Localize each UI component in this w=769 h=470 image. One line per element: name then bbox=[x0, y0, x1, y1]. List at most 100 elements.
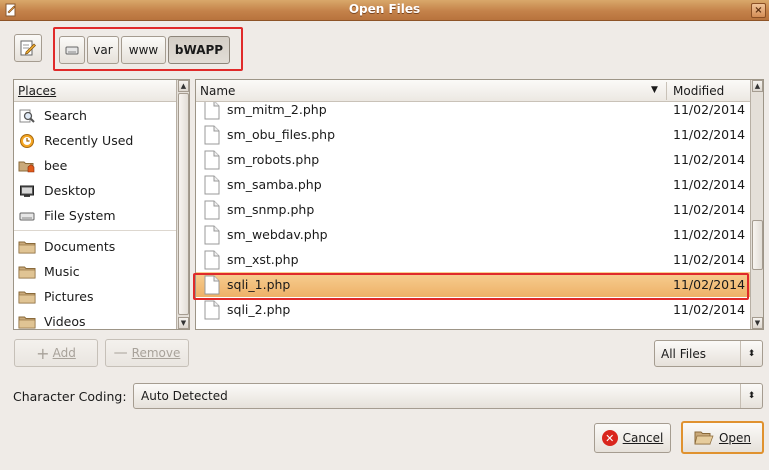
places-scrollbar[interactable]: ▲ ▼ bbox=[176, 80, 189, 329]
recent-icon bbox=[18, 133, 36, 149]
cancel-button[interactable]: ✕ Cancel bbox=[594, 423, 671, 453]
files-scrollbar[interactable]: ▲ ▼ bbox=[750, 80, 763, 329]
close-button[interactable]: × bbox=[751, 3, 766, 18]
file-row[interactable]: sm_obu_files.php 11/02/2014 bbox=[196, 122, 751, 147]
place-label: Videos bbox=[44, 314, 86, 329]
place-label: Search bbox=[44, 108, 87, 123]
place-videos[interactable]: Videos bbox=[14, 309, 176, 330]
scroll-down-icon[interactable]: ▼ bbox=[752, 317, 763, 329]
file-icon bbox=[204, 300, 220, 320]
cancel-icon: ✕ bbox=[601, 430, 618, 446]
file-icon bbox=[204, 225, 220, 245]
place-label: File System bbox=[44, 208, 116, 223]
place-label: Music bbox=[44, 264, 80, 279]
place-home[interactable]: bee bbox=[14, 153, 176, 178]
window-title: Open Files bbox=[348, 2, 421, 16]
place-label: Documents bbox=[44, 239, 116, 254]
places-pane[interactable]: Places Search Recently Used bee Desktop bbox=[13, 79, 190, 330]
character-coding-value: Auto Detected bbox=[141, 389, 228, 403]
place-label: Pictures bbox=[44, 289, 94, 304]
place-documents[interactable]: Documents bbox=[14, 234, 176, 259]
file-row[interactable]: sm_webdav.php 11/02/2014 bbox=[196, 222, 751, 247]
desktop-icon bbox=[18, 183, 36, 199]
search-icon bbox=[18, 108, 36, 124]
column-header-name[interactable]: Name bbox=[200, 84, 235, 98]
drive-icon bbox=[18, 208, 36, 224]
place-pictures[interactable]: Pictures bbox=[14, 284, 176, 309]
folder-icon bbox=[18, 314, 36, 330]
files-scroll-thumb[interactable] bbox=[752, 220, 763, 270]
file-row-selected[interactable]: sqli_1.php 11/02/2014 bbox=[196, 272, 751, 297]
file-modified: 11/02/2014 bbox=[673, 177, 746, 192]
file-modified: 11/02/2014 bbox=[673, 127, 746, 142]
file-row[interactable]: sm_robots.php 11/02/2014 bbox=[196, 147, 751, 172]
file-icon bbox=[204, 200, 220, 220]
place-label: Desktop bbox=[44, 183, 96, 198]
file-modified: 11/02/2014 bbox=[673, 152, 746, 167]
folder-icon bbox=[18, 239, 36, 255]
open-label: Open bbox=[718, 430, 752, 445]
file-modified: 11/02/2014 bbox=[673, 202, 746, 217]
column-divider[interactable] bbox=[666, 82, 667, 100]
sort-descending-icon[interactable]: ▼ bbox=[651, 85, 658, 95]
character-coding-combo[interactable]: Auto Detected ⬍ bbox=[133, 383, 763, 409]
file-modified: 11/02/2014 bbox=[673, 302, 746, 317]
file-icon bbox=[204, 150, 220, 170]
add-bookmark-button[interactable]: + Add bbox=[14, 339, 98, 367]
file-row[interactable]: sm_xst.php 11/02/2014 bbox=[196, 247, 751, 272]
file-filter-value: All Files bbox=[661, 346, 707, 361]
file-row[interactable]: sqli_2.php 11/02/2014 bbox=[196, 297, 751, 322]
place-recently-used[interactable]: Recently Used bbox=[14, 128, 176, 153]
add-label: Add bbox=[52, 346, 76, 360]
close-icon: × bbox=[754, 5, 763, 16]
drive-icon bbox=[65, 46, 79, 55]
open-button[interactable]: Open bbox=[681, 421, 764, 454]
path-segment-var[interactable]: var bbox=[87, 36, 119, 64]
file-list-pane[interactable]: sm_mitm_2.php 11/02/2014 sm_obu_files.ph… bbox=[195, 79, 764, 330]
folder-icon bbox=[18, 289, 36, 305]
path-segment-bwapp[interactable]: bWAPP bbox=[168, 36, 230, 64]
file-list-header: Name ▼ Modified bbox=[196, 80, 751, 102]
place-search[interactable]: Search bbox=[14, 103, 176, 128]
place-desktop[interactable]: Desktop bbox=[14, 178, 176, 203]
file-filter-combo[interactable]: All Files ⬍ bbox=[654, 340, 763, 367]
file-icon bbox=[204, 250, 220, 270]
combo-arrows-icon: ⬍ bbox=[740, 341, 762, 366]
file-modified: 11/02/2014 bbox=[673, 277, 746, 292]
file-modified: 11/02/2014 bbox=[673, 102, 746, 117]
file-modified: 11/02/2014 bbox=[673, 227, 746, 242]
cancel-label: Cancel bbox=[622, 431, 664, 445]
file-icon bbox=[204, 100, 220, 120]
file-row[interactable]: sm_samba.php 11/02/2014 bbox=[196, 172, 751, 197]
file-icon bbox=[204, 275, 220, 295]
open-folder-icon bbox=[694, 429, 714, 446]
home-folder-icon bbox=[18, 158, 36, 174]
combo-arrows-icon: ⬍ bbox=[740, 384, 762, 408]
column-header-modified[interactable]: Modified bbox=[673, 84, 724, 98]
path-segment-www[interactable]: www bbox=[121, 36, 166, 64]
title-bar: Open Files × bbox=[0, 0, 769, 21]
add-icon: + bbox=[36, 343, 50, 363]
file-icon bbox=[204, 175, 220, 195]
remove-bookmark-button[interactable]: — Remove bbox=[105, 339, 189, 367]
edit-location-button[interactable] bbox=[14, 34, 42, 62]
scroll-up-icon[interactable]: ▲ bbox=[752, 80, 763, 92]
edit-location-icon bbox=[20, 40, 36, 56]
file-icon bbox=[204, 125, 220, 145]
character-coding-label: Character Coding: bbox=[13, 389, 127, 404]
remove-label: Remove bbox=[131, 346, 181, 360]
remove-icon: — bbox=[113, 345, 128, 361]
place-label: bee bbox=[44, 158, 68, 173]
file-row[interactable]: sm_snmp.php 11/02/2014 bbox=[196, 197, 751, 222]
places-header[interactable]: Places bbox=[14, 80, 189, 102]
places-header-label: Places bbox=[18, 84, 57, 98]
place-label: Recently Used bbox=[44, 133, 134, 148]
places-scroll-thumb[interactable] bbox=[178, 93, 189, 315]
place-music[interactable]: Music bbox=[14, 259, 176, 284]
path-segment-drive[interactable] bbox=[59, 36, 85, 64]
folder-icon bbox=[18, 264, 36, 280]
file-modified: 11/02/2014 bbox=[673, 252, 746, 267]
scroll-down-icon[interactable]: ▼ bbox=[178, 317, 189, 329]
place-file-system[interactable]: File System bbox=[14, 203, 176, 228]
scroll-up-icon[interactable]: ▲ bbox=[178, 80, 189, 92]
